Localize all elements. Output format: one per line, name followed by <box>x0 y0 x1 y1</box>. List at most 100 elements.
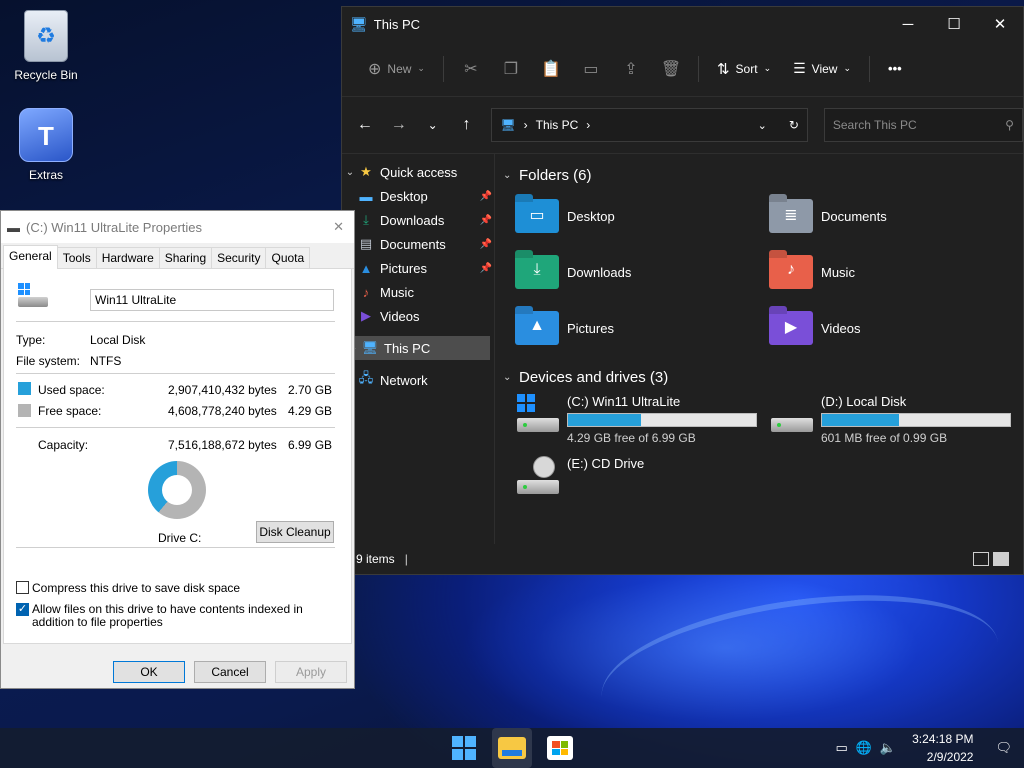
documents-folder-icon: ≣ <box>769 199 813 233</box>
large-icons-view-icon[interactable] <box>993 552 1009 566</box>
tab-tools[interactable]: Tools <box>56 247 97 268</box>
downloads-folder-icon: ⤓ <box>515 255 559 289</box>
recycle-bin-shortcut[interactable]: Recycle Bin <box>6 10 86 82</box>
desktop-folder-icon: ▭ <box>515 199 559 233</box>
file-explorer-taskbar-button[interactable] <box>492 728 532 768</box>
nav-label: This PC <box>384 340 431 356</box>
more-options-button[interactable]: ••• <box>880 52 910 86</box>
dialog-title-bar[interactable]: ▬ (C:) Win11 UltraLite Properties ✕ <box>1 211 354 243</box>
pin-icon: 📌 <box>479 238 492 250</box>
microsoft-store-icon <box>547 736 573 760</box>
rename-button[interactable]: ▭ <box>574 52 608 86</box>
nav-label: Network <box>380 372 428 388</box>
details-view-icon[interactable] <box>973 552 989 566</box>
cut-button[interactable]: ✂ <box>454 52 488 86</box>
address-bar[interactable]: 🖥 › This PC › ⌄ ↻ <box>491 108 808 142</box>
ok-button[interactable]: OK <box>113 661 185 683</box>
view-list-icon: ☰ <box>793 60 806 76</box>
nav-item-desktop[interactable]: ▬ Desktop 📌 <box>342 184 494 208</box>
folder-music[interactable]: ♪ Music <box>769 244 1023 300</box>
folder-documents[interactable]: ≣ Documents <box>769 188 1023 244</box>
dialog-title: (C:) Win11 UltraLite Properties <box>26 219 203 235</box>
address-dropdown-icon[interactable]: ⌄ <box>758 119 767 132</box>
close-icon[interactable]: ✕ <box>333 219 344 235</box>
disk-cleanup-button[interactable]: Disk Cleanup <box>256 521 334 543</box>
nav-item-documents[interactable]: ▤ Documents 📌 <box>342 232 494 256</box>
breadcrumb-this-pc[interactable]: This PC <box>536 118 579 132</box>
folder-downloads[interactable]: ⤓ Downloads <box>515 244 769 300</box>
recent-locations-button[interactable]: ⌄ <box>418 110 448 140</box>
music-folder-icon: ♪ <box>362 284 370 300</box>
more-icon: ••• <box>888 61 902 76</box>
start-button[interactable] <box>444 728 484 768</box>
paste-button[interactable]: 📋 <box>534 52 568 86</box>
used-space-label: Used space: <box>38 383 105 397</box>
apply-button[interactable]: Apply <box>275 661 347 683</box>
nav-item-videos[interactable]: ▶ Videos <box>342 304 494 328</box>
sort-button[interactable]: ⇅ Sort ⌄ <box>709 52 779 86</box>
battery-icon[interactable]: ▭ <box>835 740 847 756</box>
search-box[interactable]: Search This PC ⚲ <box>823 108 1023 142</box>
chevron-down-icon: ⌄ <box>503 371 512 383</box>
tab-hardware[interactable]: Hardware <box>95 247 160 268</box>
volume-icon[interactable]: 🔈 <box>880 740 896 756</box>
nav-item-network[interactable]: › 🖧 Network <box>342 368 494 392</box>
tab-quota[interactable]: Quota <box>265 247 311 268</box>
compress-checkbox[interactable] <box>16 581 29 594</box>
tab-sharing[interactable]: Sharing <box>158 247 213 268</box>
notification-icon[interactable]: 🗨 <box>995 740 1012 756</box>
drive-name-input[interactable]: Win11 UltraLite <box>90 289 334 311</box>
maximize-button[interactable]: ☐ <box>931 7 977 41</box>
arrow-right-icon: → <box>390 116 407 133</box>
minimize-button[interactable]: ─ <box>885 7 931 41</box>
drive-icon: ▬ <box>7 219 20 235</box>
divider <box>16 373 335 374</box>
clock-date: 2/9/2022 <box>926 750 974 764</box>
folder-label: Music <box>821 264 855 280</box>
file-system-value: NTFS <box>90 354 122 368</box>
this-pc-icon: 🖥 <box>350 15 368 32</box>
network-globe-icon[interactable]: 🌐 <box>856 740 872 756</box>
drive-properties-dialog: ▬ (C:) Win11 UltraLite Properties ✕ Gene… <box>0 210 355 689</box>
nav-item-music[interactable]: ♪ Music <box>342 280 494 304</box>
drive-e[interactable]: (E:) CD Drive <box>515 452 769 514</box>
copy-button[interactable]: ❐ <box>494 52 528 86</box>
type-label: Type: <box>16 333 46 347</box>
drive-c[interactable]: (C:) Win11 UltraLite 4.29 GB free of 6.9… <box>515 390 769 452</box>
cancel-button[interactable]: Cancel <box>194 661 266 683</box>
folders-section-header[interactable]: ⌄ Folders (6) <box>503 162 1023 188</box>
folder-pictures[interactable]: ▲ Pictures <box>515 300 769 356</box>
new-button[interactable]: ⊕ New ⌄ <box>360 52 433 86</box>
drive-d[interactable]: (D:) Local Disk 601 MB free of 0.99 GB <box>769 390 1023 452</box>
clock[interactable]: 3:24:18 PM 2/9/2022 <box>912 730 973 766</box>
store-taskbar-button[interactable] <box>540 728 580 768</box>
chevron-down-icon[interactable]: ⌄ <box>342 167 358 178</box>
delete-button[interactable]: 🗑 <box>654 52 688 86</box>
title-bar[interactable]: 🖥 This PC ─ ☐ ✕ <box>342 7 1023 41</box>
close-button[interactable]: ✕ <box>977 7 1023 41</box>
nav-item-this-pc[interactable]: › 🖥 This PC <box>346 336 490 360</box>
view-button[interactable]: ☰ View ⌄ <box>785 52 859 86</box>
refresh-icon[interactable]: ↻ <box>789 118 799 132</box>
share-button[interactable]: ⇪ <box>614 52 648 86</box>
compress-label: Compress this drive to save disk space <box>32 581 241 595</box>
index-checkbox[interactable]: ✓ <box>16 603 29 616</box>
drives-section-header[interactable]: ⌄ Devices and drives (3) <box>503 364 1023 390</box>
content-pane: ⌄ Folders (6) ▭ Desktop ≣ Documents ⤓ Do… <box>495 154 1023 544</box>
free-space-bytes: 4,608,778,240 bytes <box>168 404 277 418</box>
nav-quick-access[interactable]: ⌄ ★ Quick access <box>342 160 494 184</box>
folder-videos[interactable]: ▶ Videos <box>769 300 1023 356</box>
extras-shortcut[interactable]: T Extras <box>6 108 86 182</box>
folder-desktop[interactable]: ▭ Desktop <box>515 188 769 244</box>
tab-general[interactable]: General <box>3 245 58 269</box>
rename-icon: ▭ <box>583 60 599 78</box>
navigation-bar: ← → ⌄ ↑ 🖥 › This PC › ⌄ ↻ Search This PC… <box>342 97 1023 153</box>
free-space-gb: 4.29 GB <box>288 404 333 418</box>
up-button[interactable]: ↑ <box>452 110 482 140</box>
back-button[interactable]: ← <box>350 110 380 140</box>
nav-item-downloads[interactable]: ⤓ Downloads 📌 <box>342 208 494 232</box>
tab-security[interactable]: Security <box>211 247 267 268</box>
chevron-down-icon: ⌄ <box>843 63 852 73</box>
forward-button[interactable]: → <box>384 110 414 140</box>
nav-item-pictures[interactable]: ▲ Pictures 📌 <box>342 256 494 280</box>
